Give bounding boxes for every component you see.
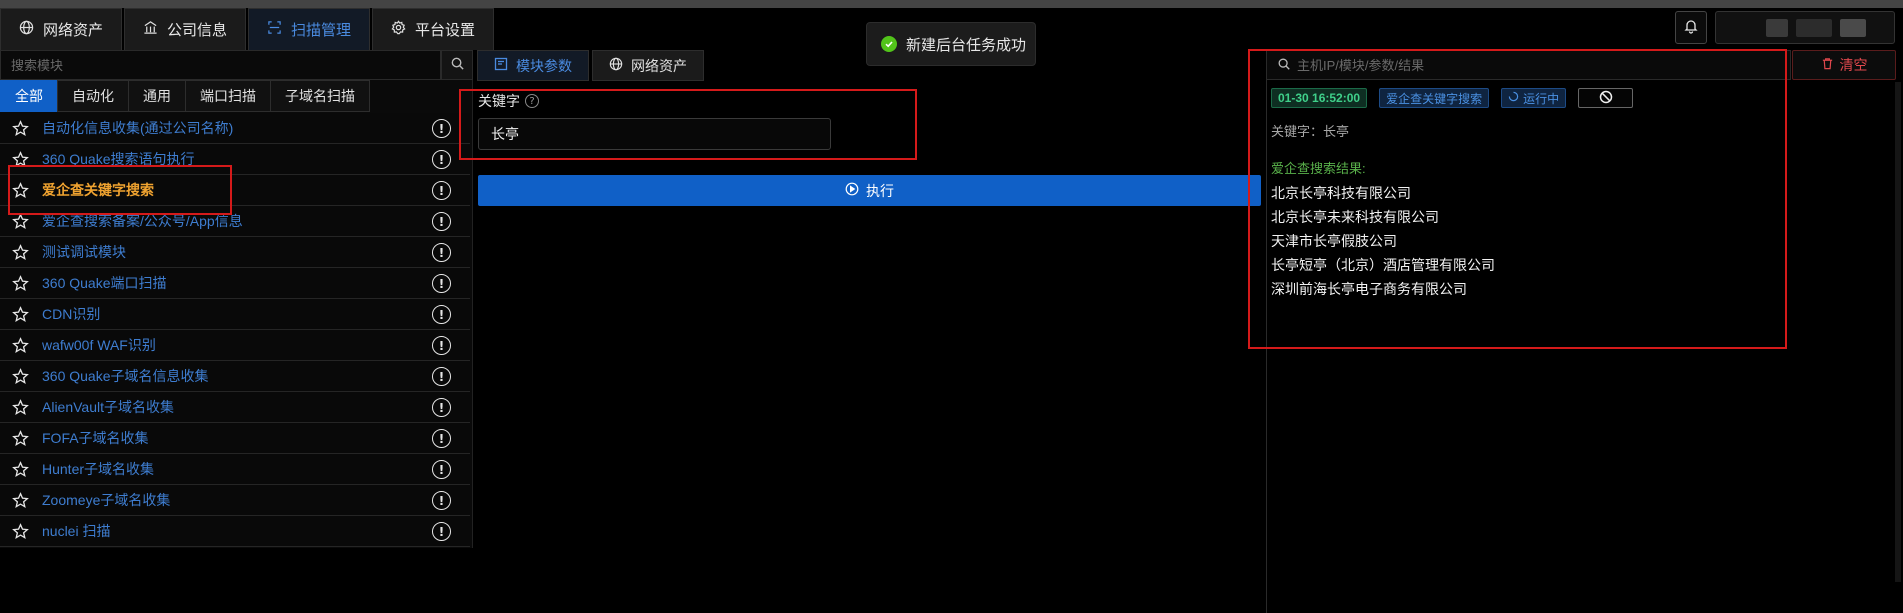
info-icon[interactable]: !	[432, 336, 451, 355]
module-item[interactable]: AlienVault子域名收集!	[0, 392, 470, 423]
info-icon[interactable]: !	[432, 305, 451, 324]
success-toast: 新建后台任务成功	[866, 22, 1036, 66]
star-icon[interactable]	[12, 337, 29, 354]
notification-button[interactable]	[1675, 11, 1707, 44]
scan-icon	[267, 20, 282, 39]
module-item[interactable]: wafw00f WAF识别!	[0, 330, 470, 361]
filter-tab-automation[interactable]: 自动化	[57, 80, 129, 112]
module-item[interactable]: Zoomeye子域名收集!	[0, 485, 470, 516]
module-item[interactable]: Hunter子域名收集!	[0, 454, 470, 485]
star-icon[interactable]	[12, 399, 29, 416]
module-label: 360 Quake子域名信息收集	[42, 368, 209, 384]
module-search-input[interactable]	[0, 50, 441, 80]
log-scrollbar[interactable]	[1895, 82, 1901, 582]
module-label: Hunter子域名收集	[42, 461, 155, 477]
tab-company-info[interactable]: 公司信息	[124, 8, 247, 50]
toast-message: 新建后台任务成功	[906, 36, 1027, 54]
user-avatar-blurred	[1766, 19, 1788, 37]
module-label: 自动化信息收集(通过公司名称)	[42, 120, 234, 136]
execute-button[interactable]: 执行	[478, 175, 1261, 206]
star-icon[interactable]	[12, 244, 29, 261]
gear-icon	[391, 20, 406, 39]
tab-network-assets[interactable]: 网络资产	[0, 8, 123, 50]
module-label: AlienVault子域名收集	[42, 399, 175, 415]
module-item[interactable]: FOFA子域名收集!	[0, 423, 470, 454]
info-icon[interactable]: !	[432, 491, 451, 510]
annotation-box-results	[1248, 49, 1787, 349]
module-search-button[interactable]	[441, 50, 473, 80]
tab-scan-management[interactable]: 扫描管理	[248, 8, 371, 50]
module-filter-tabs: 全部 自动化 通用 端口扫描 子域名扫描	[0, 80, 370, 112]
tab-label: 网络资产	[631, 57, 687, 74]
info-icon[interactable]: !	[432, 181, 451, 200]
tab-label: 模块参数	[516, 57, 572, 74]
tab-label: 公司信息	[167, 22, 228, 39]
annotation-box-keyword	[459, 89, 917, 160]
module-label: nuclei 扫描	[42, 523, 111, 539]
info-icon[interactable]: !	[432, 274, 451, 293]
check-circle-icon	[881, 36, 897, 52]
search-icon	[450, 56, 465, 74]
module-panel: 全部 自动化 通用 端口扫描 子域名扫描 自动化信息收集(通过公司名称)!360…	[0, 50, 473, 548]
tab-network-assets-sub[interactable]: 网络资产	[592, 50, 704, 81]
star-icon[interactable]	[12, 275, 29, 292]
star-icon[interactable]	[12, 430, 29, 447]
module-item[interactable]: 360 Quake子域名信息收集!	[0, 361, 470, 392]
clear-button[interactable]: 清空	[1792, 50, 1896, 80]
info-icon[interactable]: !	[432, 460, 451, 479]
param-tabs: 模块参数 网络资产	[477, 50, 707, 81]
tab-label: 网络资产	[43, 22, 104, 39]
star-icon[interactable]	[12, 213, 29, 230]
star-icon[interactable]	[12, 492, 29, 509]
module-item[interactable]: CDN识别!	[0, 299, 470, 330]
star-icon[interactable]	[12, 461, 29, 478]
globe-icon	[609, 57, 623, 74]
filter-tab-general[interactable]: 通用	[128, 80, 186, 112]
filter-tab-port-scan[interactable]: 端口扫描	[185, 80, 271, 112]
module-item[interactable]: nuclei 扫描!	[0, 516, 470, 547]
module-label: 测试调试模块	[42, 244, 126, 260]
tab-platform-settings[interactable]: 平台设置	[372, 8, 495, 50]
filter-tab-subdomain-scan[interactable]: 子域名扫描	[270, 80, 370, 112]
star-icon[interactable]	[12, 120, 29, 137]
annotation-box-selected-module	[8, 165, 232, 215]
tab-label: 平台设置	[415, 22, 476, 39]
info-icon[interactable]: !	[432, 398, 451, 417]
main-nav-tabs: 网络资产 公司信息 扫描管理 平台设置	[0, 8, 496, 50]
module-label: CDN识别	[42, 306, 101, 322]
user-name-blurred	[1796, 19, 1832, 37]
globe-icon	[19, 20, 34, 39]
user-extra-blurred	[1840, 19, 1866, 37]
building-icon	[143, 20, 158, 39]
star-icon[interactable]	[12, 368, 29, 385]
module-label: 360 Quake端口扫描	[42, 275, 167, 291]
tab-label: 扫描管理	[291, 22, 352, 39]
module-label: wafw00f WAF识别	[42, 337, 156, 353]
info-icon[interactable]: !	[432, 429, 451, 448]
info-icon[interactable]: !	[432, 522, 451, 541]
window-top-border	[0, 0, 1903, 8]
trash-icon	[1821, 57, 1834, 73]
module-item[interactable]: 360 Quake端口扫描!	[0, 268, 470, 299]
info-icon[interactable]: !	[432, 367, 451, 386]
form-icon	[494, 57, 508, 74]
user-menu[interactable]	[1715, 11, 1895, 44]
info-icon[interactable]: !	[432, 119, 451, 138]
tab-module-params[interactable]: 模块参数	[477, 50, 589, 81]
star-icon[interactable]	[12, 523, 29, 540]
module-item[interactable]: 自动化信息收集(通过公司名称)!	[0, 113, 470, 144]
module-label: Zoomeye子域名收集	[42, 492, 171, 508]
execute-label: 执行	[866, 182, 894, 199]
star-icon[interactable]	[12, 306, 29, 323]
play-circle-icon	[845, 182, 859, 199]
bell-icon	[1683, 18, 1699, 37]
info-icon[interactable]: !	[432, 212, 451, 231]
info-icon[interactable]: !	[432, 243, 451, 262]
filter-tab-all[interactable]: 全部	[0, 80, 58, 112]
module-search	[0, 50, 473, 80]
info-icon[interactable]: !	[432, 150, 451, 169]
module-item[interactable]: 测试调试模块!	[0, 237, 470, 268]
module-label: FOFA子域名收集	[42, 430, 149, 446]
clear-label: 清空	[1839, 57, 1868, 73]
